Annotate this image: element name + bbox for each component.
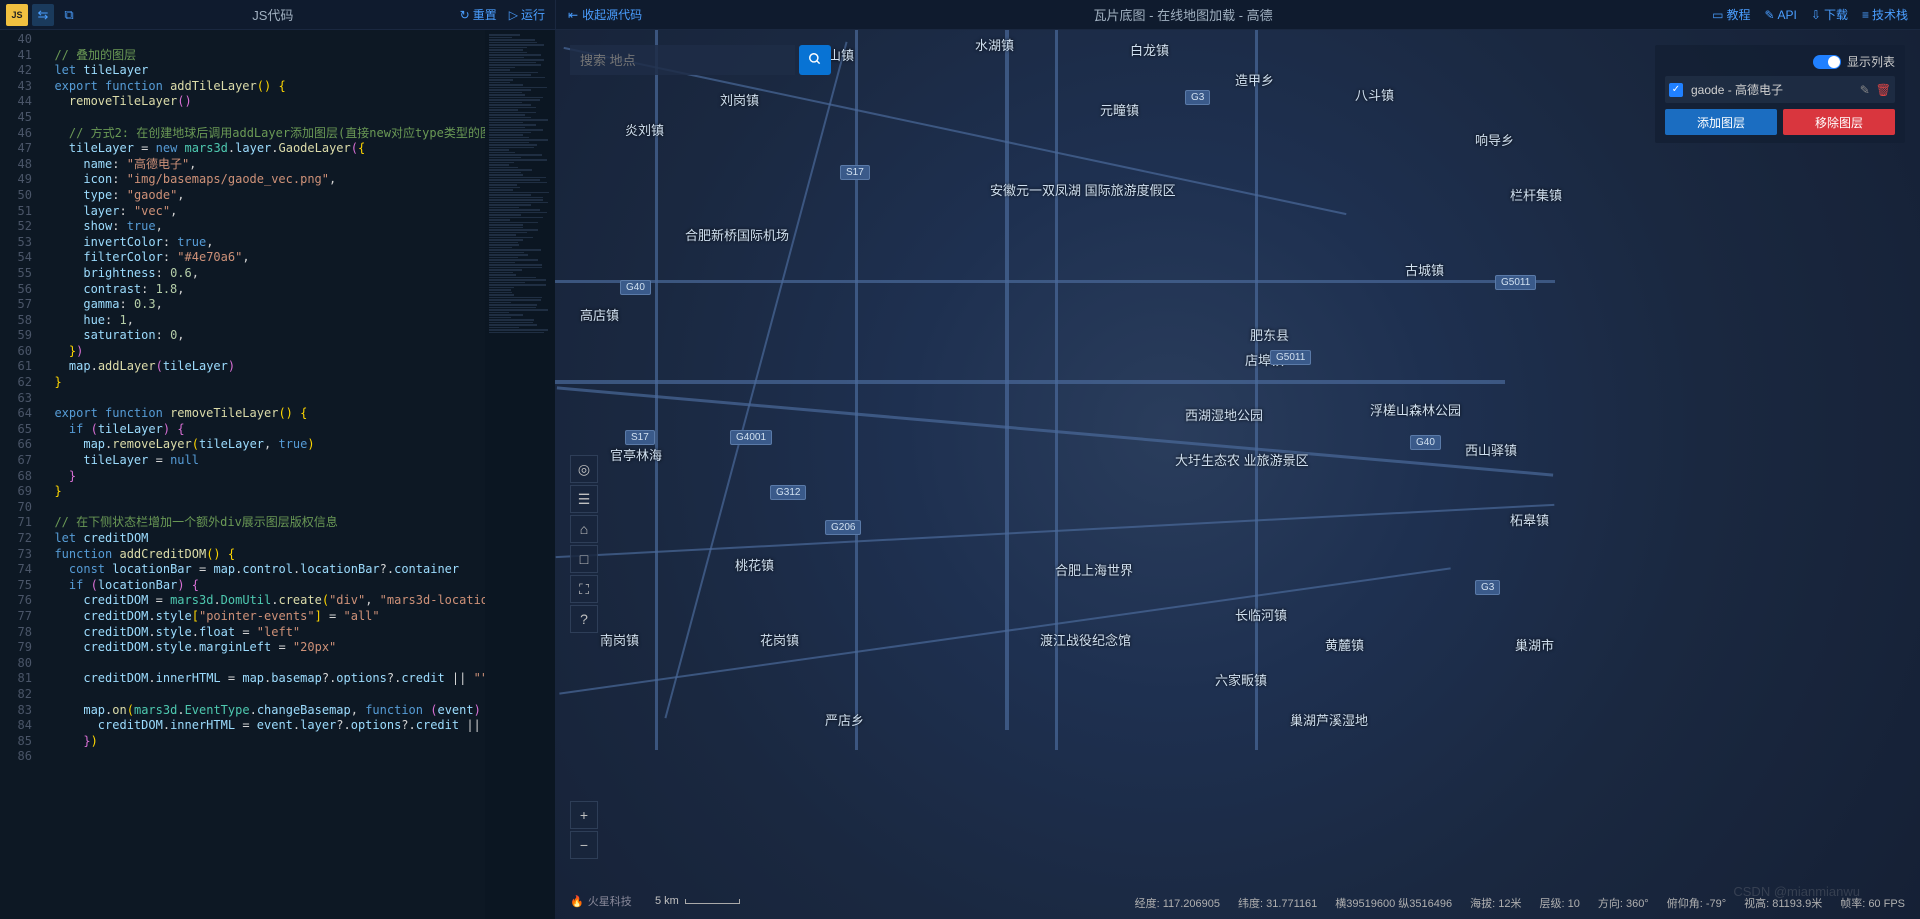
watermark: CSDN @mianmianwu: [1733, 884, 1860, 899]
fullscreen-icon[interactable]: ⛶: [570, 575, 598, 603]
link-tutorial[interactable]: ▭ 教程: [1712, 6, 1750, 23]
scale-bar: 5 km: [655, 895, 740, 907]
link-api[interactable]: ✎ API: [1764, 6, 1796, 23]
settings-icon[interactable]: ⇆: [32, 4, 54, 26]
code-actions: ↻ 重置 ▷ 运行: [460, 6, 555, 23]
status-pitch: 俯仰角: -79°: [1667, 895, 1726, 911]
status-alt: 海拔: 12米: [1470, 895, 1521, 911]
link-download[interactable]: ⇩ 下载: [1811, 6, 1848, 23]
layer-checkbox[interactable]: ✓: [1669, 83, 1683, 97]
toggle-label: 显示列表: [1847, 53, 1895, 70]
status-level: 层级: 10: [1539, 895, 1579, 911]
search-button[interactable]: [799, 45, 831, 75]
line-gutter: 4041424344454647484950515253545556575859…: [0, 30, 40, 919]
link-stack[interactable]: ≡ 技术栈: [1862, 6, 1908, 23]
topbar-icon-group: JS ⇆ ⧉: [0, 4, 86, 26]
status-heading: 方向: 360°: [1598, 895, 1649, 911]
topbar-right: ⇤ 收起源代码 瓦片底图 - 在线地图加载 - 高德 ▭ 教程 ✎ API ⇩ …: [555, 0, 1920, 29]
layers-icon[interactable]: ☰: [570, 485, 598, 513]
compass-icon[interactable]: ◎: [570, 455, 598, 483]
status-xy: 横39519600 纵3516496: [1335, 895, 1452, 911]
map-viewport[interactable]: 炎刘镇刘岗镇合肥新桥国际机场高店镇官亭林海南岗镇白龙镇造甲乡吴山镇水湖镇安徽元一…: [555, 30, 1920, 919]
code-content[interactable]: // 叠加的图层 let tileLayer export function a…: [40, 30, 485, 919]
layer-item[interactable]: ✓ gaode - 高德电子 ✎ 🗑: [1665, 76, 1895, 103]
zoom-in-button[interactable]: +: [570, 801, 598, 829]
search-box: [570, 45, 831, 75]
panel-header: 显示列表: [1665, 53, 1895, 70]
layer-name-label: gaode - 高德电子: [1691, 81, 1852, 98]
minimap[interactable]: [485, 30, 555, 919]
main: 4041424344454647484950515253545556575859…: [0, 30, 1920, 919]
scale-line: [685, 899, 740, 904]
search-input[interactable]: [570, 45, 795, 75]
status-lng: 经度: 117.206905: [1135, 895, 1220, 911]
zoom-out-button[interactable]: −: [570, 831, 598, 859]
collapse-source-button[interactable]: ⇤ 收起源代码: [556, 6, 654, 23]
home-icon[interactable]: ⌂: [570, 515, 598, 543]
map-background: [555, 30, 1920, 919]
zoom-controls: + −: [570, 801, 598, 859]
help-icon[interactable]: ?: [570, 605, 598, 633]
scale-label: 5 km: [655, 895, 679, 907]
layer-buttons: 添加图层 移除图层: [1665, 109, 1895, 135]
add-layer-button[interactable]: 添加图层: [1665, 109, 1777, 135]
js-badge-icon[interactable]: JS: [6, 4, 28, 26]
layer-item-actions: ✎ 🗑: [1860, 83, 1891, 97]
topbar-left: JS ⇆ ⧉ JS代码 ↻ 重置 ▷ 运行: [0, 0, 555, 29]
delete-layer-icon[interactable]: 🗑: [1876, 83, 1891, 97]
external-link-icon[interactable]: ⧉: [58, 4, 80, 26]
layer-panel: 显示列表 ✓ gaode - 高德电子 ✎ 🗑 添加图层 移除图层: [1655, 45, 1905, 143]
box-icon[interactable]: □: [570, 545, 598, 573]
reset-button[interactable]: ↻ 重置: [460, 6, 497, 23]
status-lat: 纬度: 31.771161: [1238, 895, 1317, 911]
topbar: JS ⇆ ⧉ JS代码 ↻ 重置 ▷ 运行 ⇤ 收起源代码 瓦片底图 - 在线地…: [0, 0, 1920, 30]
edit-layer-icon[interactable]: ✎: [1860, 83, 1870, 97]
run-button[interactable]: ▷ 运行: [509, 6, 545, 23]
topbar-links: ▭ 教程 ✎ API ⇩ 下载 ≡ 技术栈: [1712, 6, 1920, 23]
code-editor[interactable]: 4041424344454647484950515253545556575859…: [0, 30, 555, 919]
code-panel-title: JS代码: [86, 5, 460, 24]
remove-layer-button[interactable]: 移除图层: [1783, 109, 1895, 135]
show-list-toggle[interactable]: [1813, 55, 1841, 69]
logo: 🔥 火星科技: [570, 893, 632, 909]
page-title: 瓦片底图 - 在线地图加载 - 高德: [654, 5, 1712, 24]
map-controls: ◎ ☰ ⌂ □ ⛶ ?: [570, 455, 598, 633]
